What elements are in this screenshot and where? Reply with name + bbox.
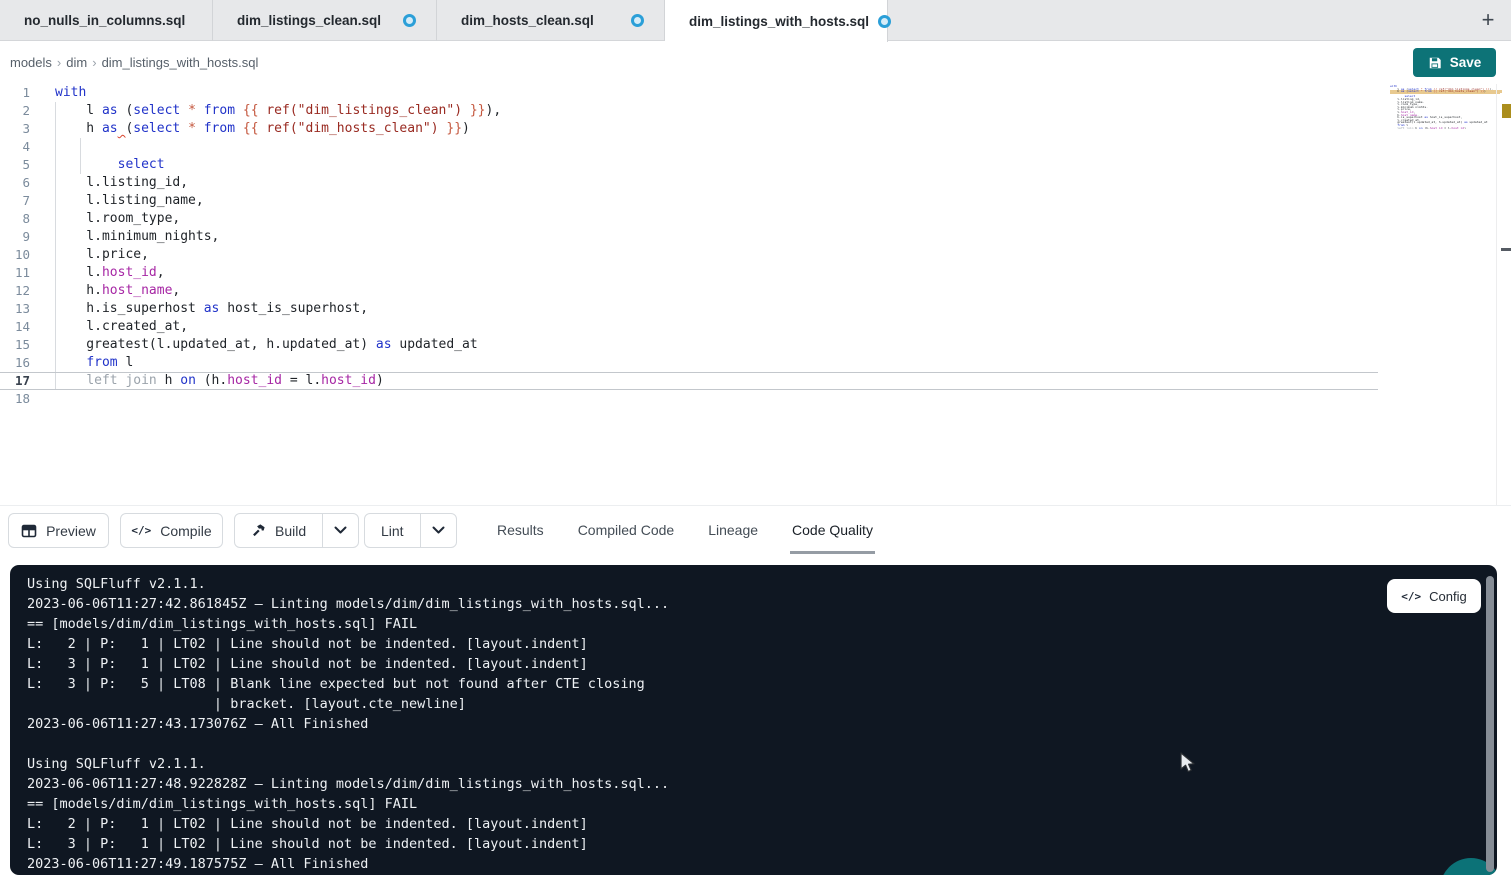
save-label: Save: [1450, 55, 1482, 70]
tab-results[interactable]: Results: [495, 513, 546, 554]
breadcrumb-file: dim_listings_with_hosts.sql: [102, 55, 259, 70]
config-button[interactable]: </> Config: [1387, 579, 1481, 613]
tab-lineage[interactable]: Lineage: [706, 513, 760, 554]
new-tab-button[interactable]: +: [1465, 0, 1511, 40]
tab-compiled-code[interactable]: Compiled Code: [576, 513, 677, 554]
config-label: Config: [1429, 589, 1467, 604]
file-tab-dim-listings-with-hosts[interactable]: dim_listings_with_hosts.sql: [665, 0, 888, 42]
table-icon: [21, 523, 37, 539]
code-line[interactable]: 8 l.room_type,: [0, 210, 1378, 228]
file-tab-dim-listings-clean[interactable]: dim_listings_clean.sql: [213, 0, 437, 41]
breadcrumb-models[interactable]: models: [10, 55, 52, 70]
lint-terminal: Using SQLFluff v2.1.1. 2023-06-06T11:27:…: [10, 565, 1497, 875]
code-line[interactable]: 11 l.host_id,: [0, 264, 1378, 282]
line-number: 15: [0, 336, 30, 354]
preview-label: Preview: [46, 523, 96, 539]
file-tab-no-nulls-in-columns[interactable]: no_nulls_in_columns.sql: [0, 0, 213, 41]
line-number: 18: [0, 390, 30, 408]
line-number: 8: [0, 210, 30, 228]
code-line[interactable]: 16 from l: [0, 354, 1378, 372]
line-number: 1: [0, 84, 30, 102]
mouse-cursor-icon: [1180, 752, 1198, 774]
code-line[interactable]: 7 l.listing_name,: [0, 192, 1378, 210]
code-line[interactable]: 1with: [0, 84, 1378, 102]
code-line[interactable]: 5 select: [0, 156, 1378, 174]
lint-label: Lint: [381, 523, 404, 539]
editor-scrollbar[interactable]: [1496, 84, 1511, 505]
line-number: 9: [0, 228, 30, 246]
breadcrumb: models › dim › dim_listings_with_hosts.s…: [10, 55, 258, 70]
line-number: 13: [0, 300, 30, 318]
dbt-ide-window: no_nulls_in_columns.sql dim_listings_cle…: [0, 0, 1511, 875]
code-line[interactable]: 6 l.listing_id,: [0, 174, 1378, 192]
build-split-button: Build: [234, 513, 359, 548]
line-number: 4: [0, 138, 30, 156]
modified-dot-icon: [878, 15, 891, 28]
line-number: 3: [0, 120, 30, 138]
lint-dropdown-button[interactable]: [420, 514, 456, 547]
build-label: Build: [275, 523, 306, 539]
bottom-toolbar: Preview </> Compile Build Lint: [0, 505, 1511, 565]
code-line[interactable]: 14 l.created_at,: [0, 318, 1378, 336]
code-line[interactable]: 12 h.host_name,: [0, 282, 1378, 300]
line-number: 16: [0, 354, 30, 372]
code-editor[interactable]: 1with2 l as (select * from {{ ref("dim_l…: [0, 84, 1511, 505]
line-number: 5: [0, 156, 30, 174]
result-panel-tabs: Results Compiled Code Lineage Code Quali…: [495, 513, 875, 554]
line-number: 14: [0, 318, 30, 336]
code-line[interactable]: 15 greatest(l.updated_at, h.updated_at) …: [0, 336, 1378, 354]
code-brackets-icon: </>: [1401, 590, 1421, 603]
line-number: 12: [0, 282, 30, 300]
line-number: 2: [0, 102, 30, 120]
terminal-scrollbar-thumb[interactable]: [1486, 576, 1494, 872]
save-floppy-icon: [1428, 56, 1442, 70]
code-line[interactable]: 10 l.price,: [0, 246, 1378, 264]
file-tab-dim-hosts-clean[interactable]: dim_hosts_clean.sql: [437, 0, 665, 41]
file-tab-bar: no_nulls_in_columns.sql dim_listings_cle…: [0, 0, 1511, 41]
line-number: 11: [0, 264, 30, 282]
minimap[interactable]: with l as (select * from {{ ref("dim_lis…: [1390, 85, 1502, 132]
code-lines: 1with2 l as (select * from {{ ref("dim_l…: [0, 84, 1378, 408]
line-number: 17: [0, 372, 30, 390]
line-number: 7: [0, 192, 30, 210]
editor-header: models › dim › dim_listings_with_hosts.s…: [0, 42, 1511, 84]
chevron-down-icon: [432, 526, 445, 535]
chevron-right-icon: ›: [56, 55, 62, 70]
chevron-right-icon: ›: [91, 55, 97, 70]
code-brackets-icon: </>: [131, 524, 151, 537]
code-line[interactable]: 2 l as (select * from {{ ref("dim_listin…: [0, 102, 1378, 120]
code-line[interactable]: 9 l.minimum_nights,: [0, 228, 1378, 246]
code-line[interactable]: 17 left join h on (h.host_id = l.host_id…: [0, 372, 1378, 390]
scrollbar-lint-warning-marker: [1502, 104, 1511, 118]
line-number: 6: [0, 174, 30, 192]
code-line[interactable]: 3 h as (select * from {{ ref("dim_hosts_…: [0, 120, 1378, 138]
line-number: 10: [0, 246, 30, 264]
breadcrumb-dim[interactable]: dim: [66, 55, 87, 70]
modified-dot-icon: [631, 14, 644, 27]
build-button[interactable]: Build: [235, 514, 322, 547]
file-tab-label: dim_hosts_clean.sql: [461, 13, 594, 28]
modified-dot-icon: [403, 14, 416, 27]
save-button[interactable]: Save: [1413, 48, 1496, 77]
chevron-down-icon: [334, 526, 347, 535]
minimap-content: with l as (select * from {{ ref("dim_lis…: [1390, 85, 1502, 132]
file-tab-label: dim_listings_with_hosts.sql: [689, 14, 869, 29]
plus-icon: +: [1482, 7, 1495, 33]
lint-split-button: Lint: [364, 513, 457, 548]
hammer-icon: [251, 523, 266, 538]
terminal-output: Using SQLFluff v2.1.1. 2023-06-06T11:27:…: [27, 574, 669, 874]
file-tab-label: no_nulls_in_columns.sql: [24, 13, 185, 28]
compile-button[interactable]: </> Compile: [120, 513, 223, 548]
code-line[interactable]: 18: [0, 390, 1378, 408]
scrollbar-position-marker: [1501, 248, 1511, 251]
code-line[interactable]: 4: [0, 138, 1378, 156]
file-tab-label: dim_listings_clean.sql: [237, 13, 381, 28]
preview-button[interactable]: Preview: [8, 513, 109, 548]
code-line[interactable]: 13 h.is_superhost as host_is_superhost,: [0, 300, 1378, 318]
build-dropdown-button[interactable]: [322, 514, 358, 547]
compile-label: Compile: [160, 523, 211, 539]
tab-code-quality[interactable]: Code Quality: [790, 513, 875, 554]
lint-button[interactable]: Lint: [365, 514, 420, 547]
